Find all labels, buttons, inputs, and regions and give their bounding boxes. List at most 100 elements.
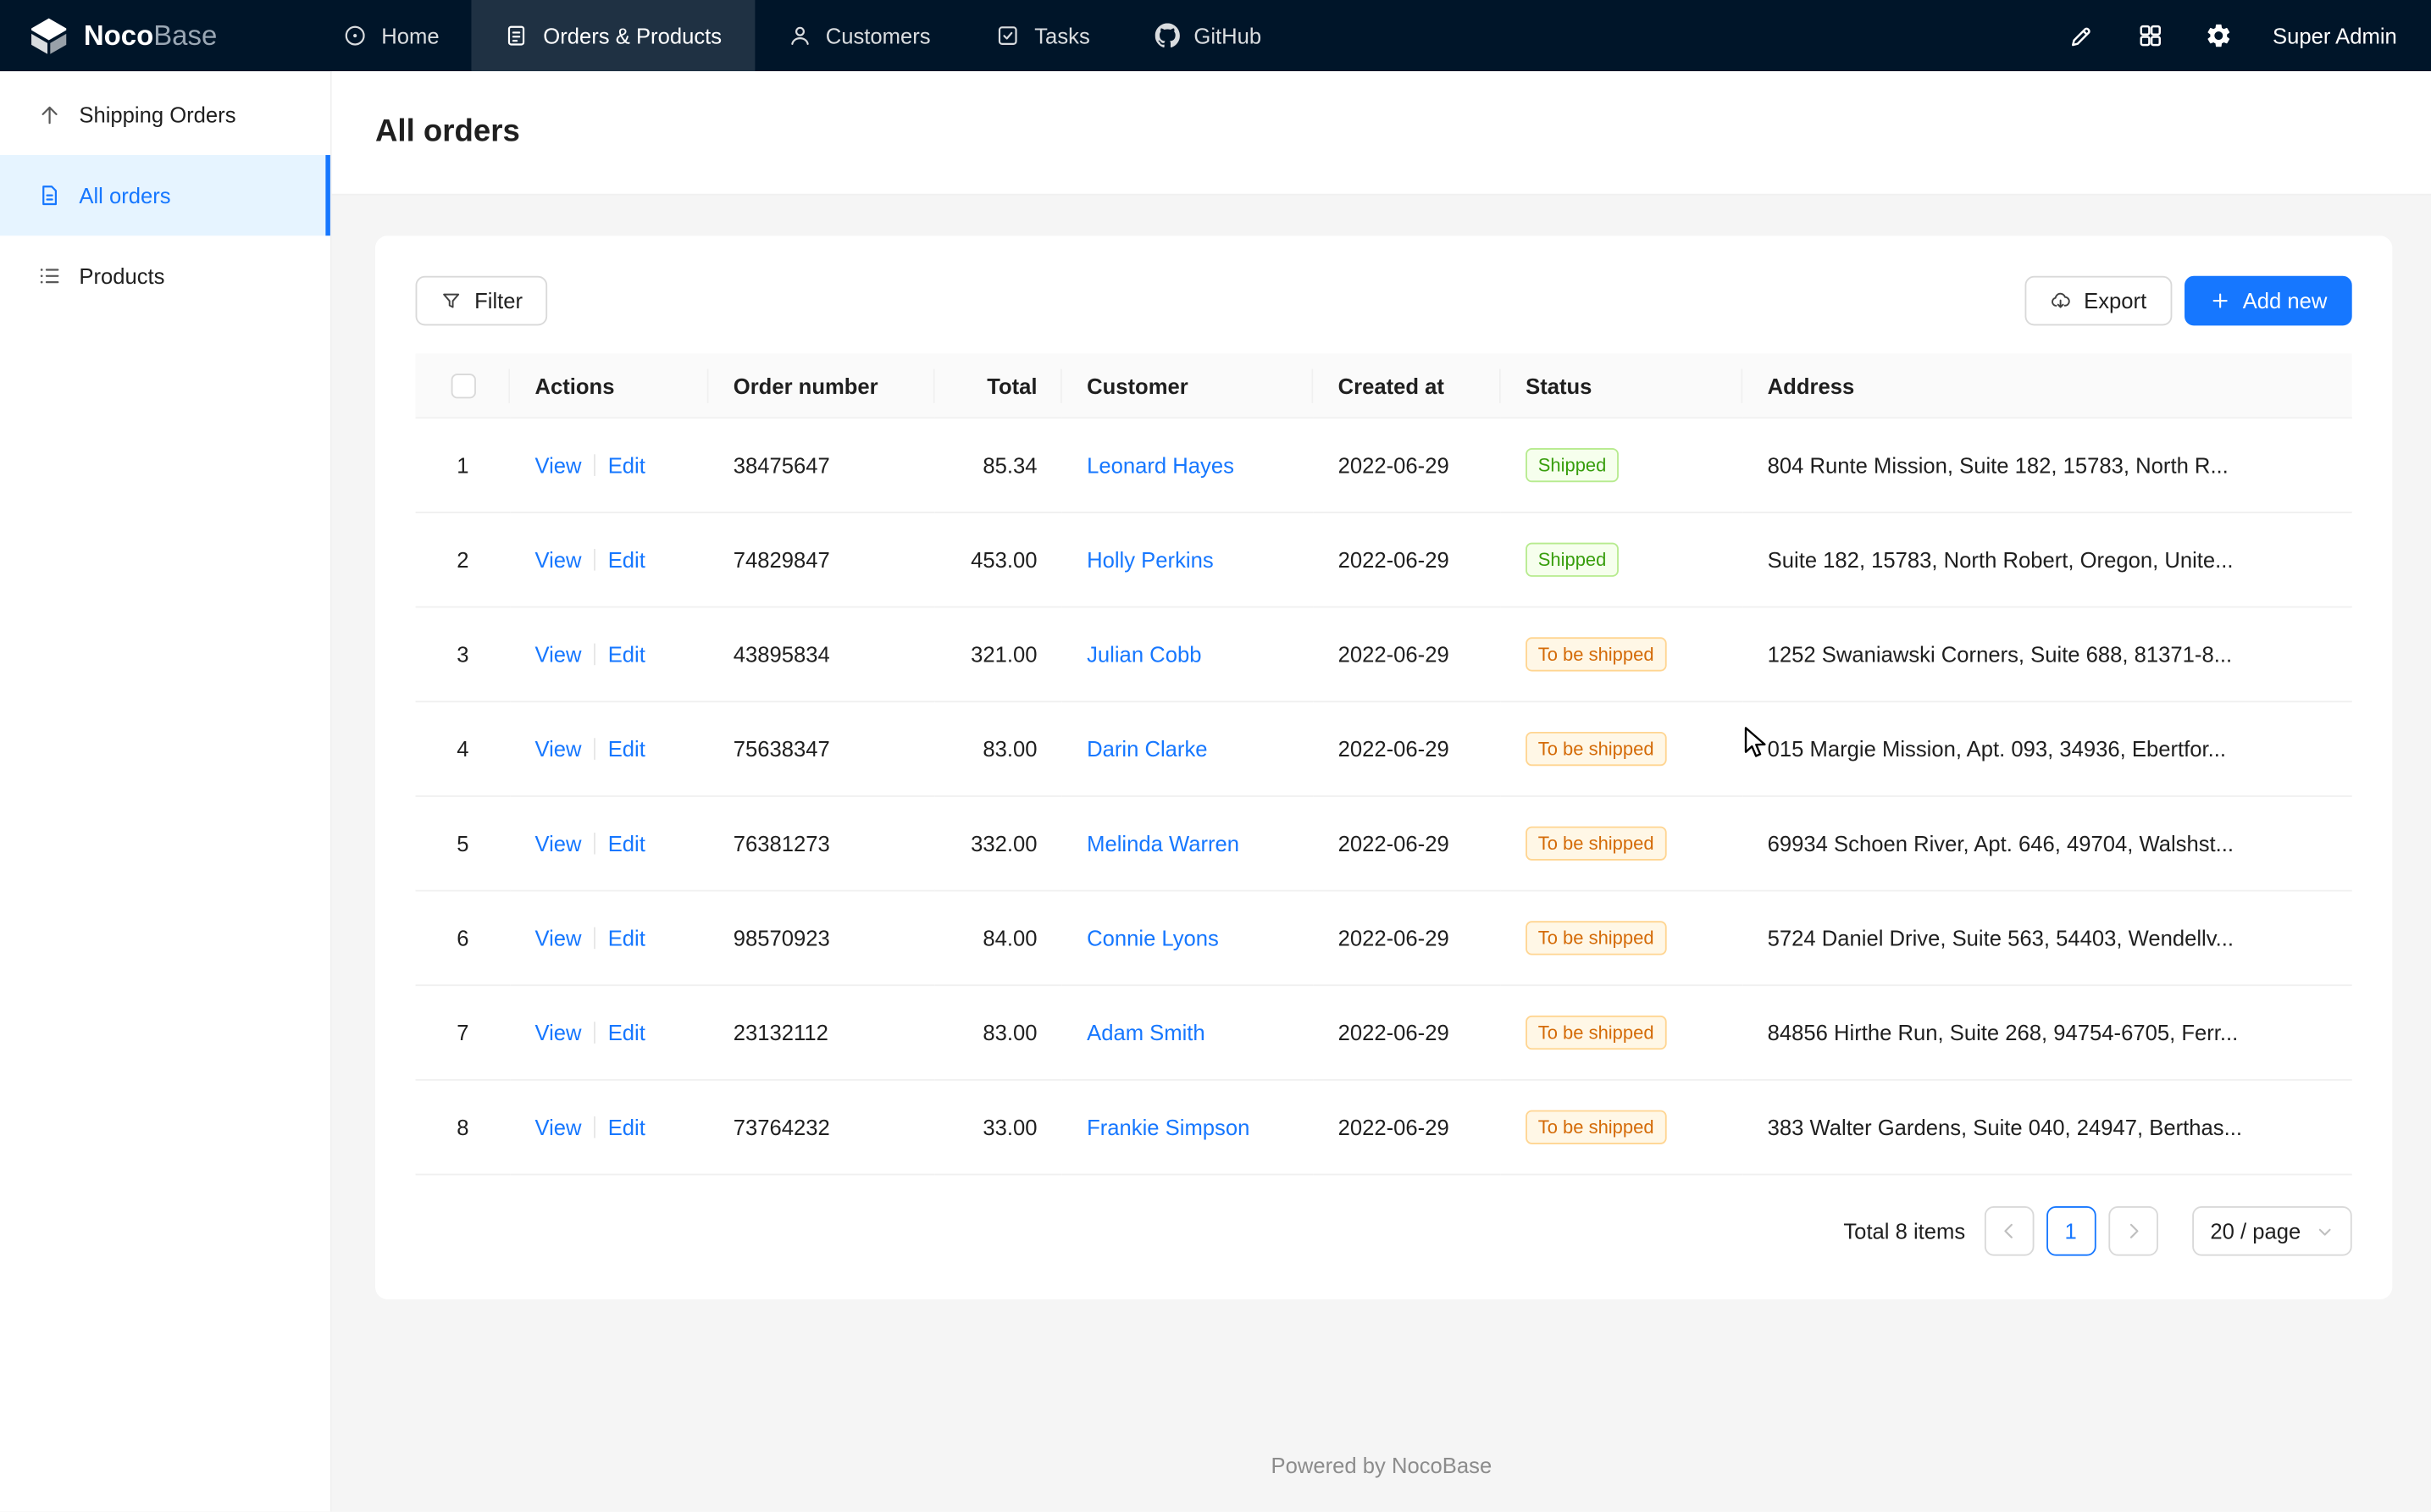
- export-button[interactable]: Export: [2025, 276, 2172, 326]
- nav-item-tasks[interactable]: Tasks: [963, 0, 1122, 71]
- nav-item-label: Home: [381, 23, 439, 47]
- customers-icon: [787, 23, 811, 47]
- created-at-cell: 2022-06-29: [1313, 513, 1500, 608]
- brand-name: NocoBase: [84, 19, 217, 52]
- sidebar-item-shipping-orders[interactable]: Shipping Orders: [0, 75, 330, 155]
- view-link[interactable]: View: [534, 453, 581, 478]
- arrow-up-icon: [37, 102, 62, 127]
- view-link[interactable]: View: [534, 926, 581, 950]
- edit-link[interactable]: Edit: [608, 737, 645, 762]
- edit-link[interactable]: Edit: [608, 832, 645, 856]
- add-new-button-label: Add new: [2243, 288, 2328, 313]
- total-cell: 83.00: [935, 987, 1062, 1082]
- view-link[interactable]: View: [534, 832, 581, 856]
- prev-page-button[interactable]: [1984, 1207, 2034, 1257]
- add-new-button[interactable]: Add new: [2184, 276, 2352, 326]
- actions-cell: View Edit: [510, 703, 708, 798]
- table-row[interactable]: 7 ViewEdit 23132112 83.00 Adam Smith 202…: [416, 987, 2352, 1082]
- edit-link[interactable]: Edit: [608, 1116, 645, 1140]
- actions-divider: [594, 833, 595, 855]
- customer-cell: Frankie Simpson: [1062, 1081, 1314, 1176]
- edit-link[interactable]: Edit: [608, 926, 645, 950]
- row-index-cell: 7: [416, 987, 511, 1082]
- page-title: All orders: [375, 114, 520, 150]
- customer-link[interactable]: Connie Lyons: [1087, 926, 1219, 950]
- sidebar-item-products[interactable]: Products: [0, 235, 330, 316]
- table-row[interactable]: 6 ViewEdit 98570923 84.00 Connie Lyons 2…: [416, 892, 2352, 987]
- customer-cell: Julian Cobb: [1062, 608, 1314, 703]
- customer-cell: Connie Lyons: [1062, 892, 1314, 987]
- status-cell: Shipped: [1501, 513, 1743, 608]
- gear-button[interactable]: [2205, 22, 2233, 50]
- view-link[interactable]: View: [534, 548, 581, 573]
- view-link[interactable]: View: [534, 1116, 581, 1140]
- column-header-customer: Customer: [1062, 353, 1314, 418]
- column-header-total: Total: [935, 353, 1062, 418]
- blocks-button[interactable]: [2136, 22, 2164, 50]
- page-number-button[interactable]: 1: [2046, 1207, 2096, 1257]
- actions-divider: [594, 644, 595, 666]
- view-link[interactable]: View: [534, 737, 581, 762]
- nav-item-github[interactable]: GitHub: [1122, 0, 1293, 71]
- view-link[interactable]: View: [534, 642, 581, 667]
- filter-button[interactable]: Filter: [416, 276, 548, 326]
- user-menu[interactable]: Super Admin: [2273, 23, 2397, 47]
- status-cell: Shipped: [1501, 419, 1743, 514]
- view-link[interactable]: View: [534, 1021, 581, 1045]
- export-button-label: Export: [2084, 288, 2146, 313]
- table-row[interactable]: 4 ViewEdit 75638347 83.00 Darin Clarke 2…: [416, 703, 2352, 798]
- table-row[interactable]: 2 ViewEdit 74829847 453.00 Holly Perkins…: [416, 513, 2352, 608]
- actions-cell: View Edit: [510, 797, 708, 892]
- table-row[interactable]: 3 ViewEdit 43895834 321.00 Julian Cobb 2…: [416, 608, 2352, 703]
- nav-item-customers[interactable]: Customers: [755, 0, 964, 71]
- nocobase-logo-icon: [28, 14, 69, 56]
- table-row[interactable]: 1 ViewEdit 38475647 85.34 Leonard Hayes …: [416, 419, 2352, 514]
- customer-link[interactable]: Darin Clarke: [1087, 737, 1207, 762]
- brand-name-bold: Noco: [84, 19, 153, 51]
- powered-by-link[interactable]: Powered by NocoBase: [1271, 1453, 1492, 1477]
- page-size-select[interactable]: 20 / page: [2191, 1207, 2351, 1257]
- actions-divider: [594, 928, 595, 950]
- customer-link[interactable]: Holly Perkins: [1087, 548, 1214, 573]
- chevron-right-icon: [2122, 1221, 2144, 1243]
- edit-link[interactable]: Edit: [608, 548, 645, 573]
- edit-link[interactable]: Edit: [608, 453, 645, 478]
- nav-item-orders-products[interactable]: Orders & Products: [472, 0, 754, 71]
- customer-link[interactable]: Melinda Warren: [1087, 832, 1239, 856]
- nav-item-label: Tasks: [1034, 23, 1090, 47]
- page-size-value: 20 / page: [2210, 1219, 2301, 1243]
- nav-item-home[interactable]: Home: [310, 0, 472, 71]
- customer-link[interactable]: Julian Cobb: [1087, 642, 1201, 667]
- customer-link[interactable]: Leonard Hayes: [1087, 453, 1234, 478]
- nav-item-label: Orders & Products: [543, 23, 722, 47]
- table-row[interactable]: 8 ViewEdit 73764232 33.00 Frankie Simpso…: [416, 1081, 2352, 1176]
- address-cell: 015 Margie Mission, Apt. 093, 34936, Ebe…: [1742, 703, 2351, 798]
- sidebar: Shipping OrdersAll ordersProducts: [0, 71, 332, 1511]
- edit-link[interactable]: Edit: [608, 1021, 645, 1045]
- total-cell: 84.00: [935, 892, 1062, 987]
- created-at-cell: 2022-06-29: [1313, 608, 1500, 703]
- select-all-header: [416, 353, 511, 418]
- total-cell: 453.00: [935, 513, 1062, 608]
- order-number-cell: 76381273: [708, 797, 934, 892]
- customer-link[interactable]: Adam Smith: [1087, 1021, 1205, 1045]
- nav-action-icons: [2068, 22, 2232, 50]
- nav-item-label: GitHub: [1193, 23, 1261, 47]
- edit-link[interactable]: Edit: [608, 642, 645, 667]
- table-row[interactable]: 5 ViewEdit 76381273 332.00 Melinda Warre…: [416, 797, 2352, 892]
- sidebar-item-all-orders[interactable]: All orders: [0, 155, 330, 235]
- table-toolbar: Filter Export Add new: [416, 276, 2352, 326]
- row-index-cell: 5: [416, 797, 511, 892]
- highlighter-button[interactable]: [2068, 22, 2096, 50]
- address-cell: 5724 Daniel Drive, Suite 563, 54403, Wen…: [1742, 892, 2351, 987]
- total-cell: 33.00: [935, 1081, 1062, 1176]
- status-badge: To be shipped: [1526, 1016, 1666, 1050]
- top-navbar: NocoBase Home Orders & Products Customers T…: [0, 0, 2431, 71]
- select-all-checkbox[interactable]: [451, 374, 475, 399]
- brand[interactable]: NocoBase: [0, 0, 310, 71]
- customer-link[interactable]: Frankie Simpson: [1087, 1116, 1249, 1140]
- next-page-button[interactable]: [2108, 1207, 2158, 1257]
- column-header-actions: Actions: [510, 353, 708, 418]
- customer-cell: Leonard Hayes: [1062, 419, 1314, 514]
- file-icon: [37, 183, 62, 208]
